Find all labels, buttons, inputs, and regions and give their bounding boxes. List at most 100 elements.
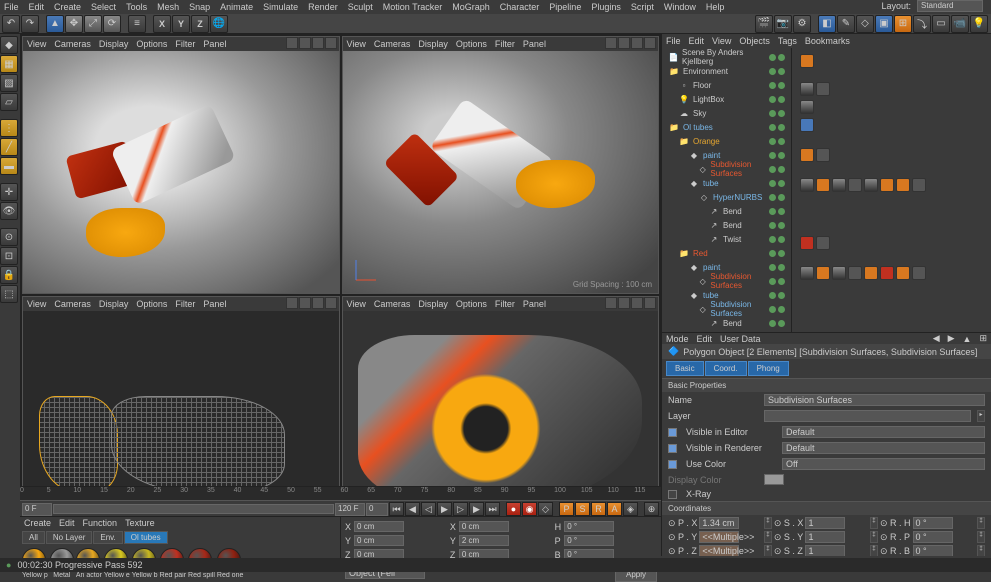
viewport-solo-button[interactable]: 👁 xyxy=(0,202,18,220)
param-key-button[interactable]: A xyxy=(607,502,622,516)
render-view-button[interactable]: 🎬 xyxy=(755,15,773,33)
sz-field[interactable]: 1 xyxy=(805,545,845,556)
pz-field[interactable]: <<Multiple>> xyxy=(699,545,739,556)
menu-create[interactable]: Create xyxy=(54,2,81,12)
menu-mesh[interactable]: Mesh xyxy=(157,2,179,12)
record-button[interactable]: ● xyxy=(506,502,521,516)
tree-item[interactable]: 📁Orange xyxy=(664,134,789,148)
menu-plugins[interactable]: Plugins xyxy=(591,2,621,12)
texture-mode-button[interactable]: ▨ xyxy=(0,74,18,92)
menu-simulate[interactable]: Simulate xyxy=(263,2,298,12)
tree-item[interactable]: ◇Subdivision Surfaces xyxy=(664,302,789,316)
z-lock-button[interactable]: Z xyxy=(191,15,209,33)
rot-key-button[interactable]: R xyxy=(591,502,606,516)
sy-field[interactable]: 1 xyxy=(805,531,845,543)
use-color-select[interactable]: Off xyxy=(782,458,985,470)
cube-button[interactable]: ◧ xyxy=(818,15,836,33)
render-picture-button[interactable]: 📷 xyxy=(774,15,792,33)
model-mode-button[interactable]: ▦ xyxy=(0,55,18,73)
px-field[interactable]: 1.34 cm xyxy=(699,517,739,529)
nav-fwd-icon[interactable]: ▶ xyxy=(948,333,955,344)
menu-pipeline[interactable]: Pipeline xyxy=(549,2,581,12)
coord-system-button[interactable]: 🌐 xyxy=(210,15,228,33)
sx-field[interactable]: 1 xyxy=(805,517,845,529)
obj-menu-file[interactable]: File xyxy=(666,36,681,46)
locked-workplane-button[interactable]: 🔒 xyxy=(0,266,18,284)
cx-field[interactable] xyxy=(354,521,404,532)
csx-field[interactable] xyxy=(459,521,509,532)
history-button[interactable]: ≡ xyxy=(128,15,146,33)
planar-workplane-button[interactable]: ⬚ xyxy=(0,285,18,303)
render-settings-button[interactable]: ⚙ xyxy=(793,15,811,33)
menu-file[interactable]: File xyxy=(4,2,19,12)
prev-key-button[interactable]: ◀ xyxy=(405,502,420,516)
menu-help[interactable]: Help xyxy=(706,2,725,12)
y-lock-button[interactable]: Y xyxy=(172,15,190,33)
polys-mode-button[interactable]: ▬ xyxy=(0,157,18,175)
workplane-button[interactable]: ▱ xyxy=(0,93,18,111)
vis-render-check[interactable] xyxy=(668,444,677,453)
rb-field[interactable]: 0 ° xyxy=(913,545,953,556)
camera-button[interactable]: 📹 xyxy=(951,15,969,33)
scale-button[interactable]: ⤢ xyxy=(84,15,102,33)
edges-mode-button[interactable]: ╱ xyxy=(0,138,18,156)
light-button[interactable]: 💡 xyxy=(970,15,988,33)
next-frame-button[interactable]: ▷ xyxy=(453,502,468,516)
points-mode-button[interactable]: ⋮ xyxy=(0,119,18,137)
undo-button[interactable]: ↶ xyxy=(2,15,20,33)
timeline-scrollbar[interactable] xyxy=(53,504,334,514)
prev-frame-button[interactable]: ◁ xyxy=(421,502,436,516)
tag-icon[interactable] xyxy=(800,54,814,68)
viewport-top[interactable]: ViewCamerasDisplayOptionsFilterPanel Gri… xyxy=(342,36,660,294)
tree-item[interactable]: 📄Scene By Anders Kjellberg xyxy=(664,50,789,64)
rotate-button[interactable]: ⟳ xyxy=(103,15,121,33)
pen-button[interactable]: ✎ xyxy=(837,15,855,33)
floor-button[interactable]: ▭ xyxy=(932,15,950,33)
tl-start-field[interactable]: 0 F xyxy=(22,503,52,516)
goto-start-button[interactable]: ⏮ xyxy=(389,502,404,516)
subdivision-button[interactable]: ◇ xyxy=(856,15,874,33)
menu-sculpt[interactable]: Sculpt xyxy=(348,2,373,12)
tree-item[interactable]: 📁Environment xyxy=(664,64,789,78)
color-swatch[interactable] xyxy=(764,474,784,485)
extrude-button[interactable]: ▣ xyxy=(875,15,893,33)
tl-end-field[interactable]: 120 F xyxy=(335,503,365,516)
mat-tab-nolayer[interactable]: No Layer xyxy=(46,531,92,544)
menu-window[interactable]: Window xyxy=(664,2,696,12)
move-button[interactable]: ✥ xyxy=(65,15,83,33)
tree-item[interactable]: ◇Subdivision Surfaces xyxy=(664,274,789,288)
tree-item[interactable]: ↗Bend xyxy=(664,204,789,218)
keyframe-sel-button[interactable]: ◇ xyxy=(538,502,553,516)
tree-item[interactable]: ↗Twist xyxy=(664,232,789,246)
vis-render-select[interactable]: Default xyxy=(782,442,985,454)
menu-render[interactable]: Render xyxy=(308,2,338,12)
tree-item[interactable]: ◇Subdivision Surfaces xyxy=(664,162,789,176)
live-select-button[interactable]: ▲ xyxy=(46,15,64,33)
set-key-button[interactable]: ⊕ xyxy=(644,502,659,516)
pla-key-button[interactable]: ◈ xyxy=(623,502,638,516)
tree-item[interactable]: 📁Ol tubes xyxy=(664,120,789,134)
layout-select[interactable]: Standard xyxy=(917,0,983,12)
mat-tab-all[interactable]: All xyxy=(22,531,45,544)
goto-end-button[interactable]: ⏭ xyxy=(485,502,500,516)
xray-check[interactable] xyxy=(668,490,677,499)
autokey-button[interactable]: ◉ xyxy=(522,502,537,516)
viewport-perspective[interactable]: View Cameras Display Options Filter Pane… xyxy=(22,36,340,294)
x-lock-button[interactable]: X xyxy=(153,15,171,33)
scale-key-button[interactable]: S xyxy=(575,502,590,516)
layer-field[interactable] xyxy=(764,410,971,422)
play-button[interactable]: ▶ xyxy=(437,502,452,516)
menu-select[interactable]: Select xyxy=(91,2,116,12)
axis-button[interactable]: ✛ xyxy=(0,183,18,201)
ch-field[interactable] xyxy=(564,521,614,532)
nav-up-icon[interactable]: ▲ xyxy=(963,334,972,344)
tab-phong[interactable]: Phong xyxy=(748,361,789,376)
rh-field[interactable]: 0 ° xyxy=(913,517,953,529)
tree-item[interactable]: ◆tube xyxy=(664,176,789,190)
vp-nav-icon[interactable] xyxy=(286,37,298,49)
menu-script[interactable]: Script xyxy=(631,2,654,12)
cy-field[interactable] xyxy=(354,535,404,546)
objects-tree[interactable]: 📄Scene By Anders Kjellberg📁Environment▫F… xyxy=(662,48,792,332)
vis-editor-select[interactable]: Default xyxy=(782,426,985,438)
tree-item[interactable]: ↗Bend xyxy=(664,316,789,330)
